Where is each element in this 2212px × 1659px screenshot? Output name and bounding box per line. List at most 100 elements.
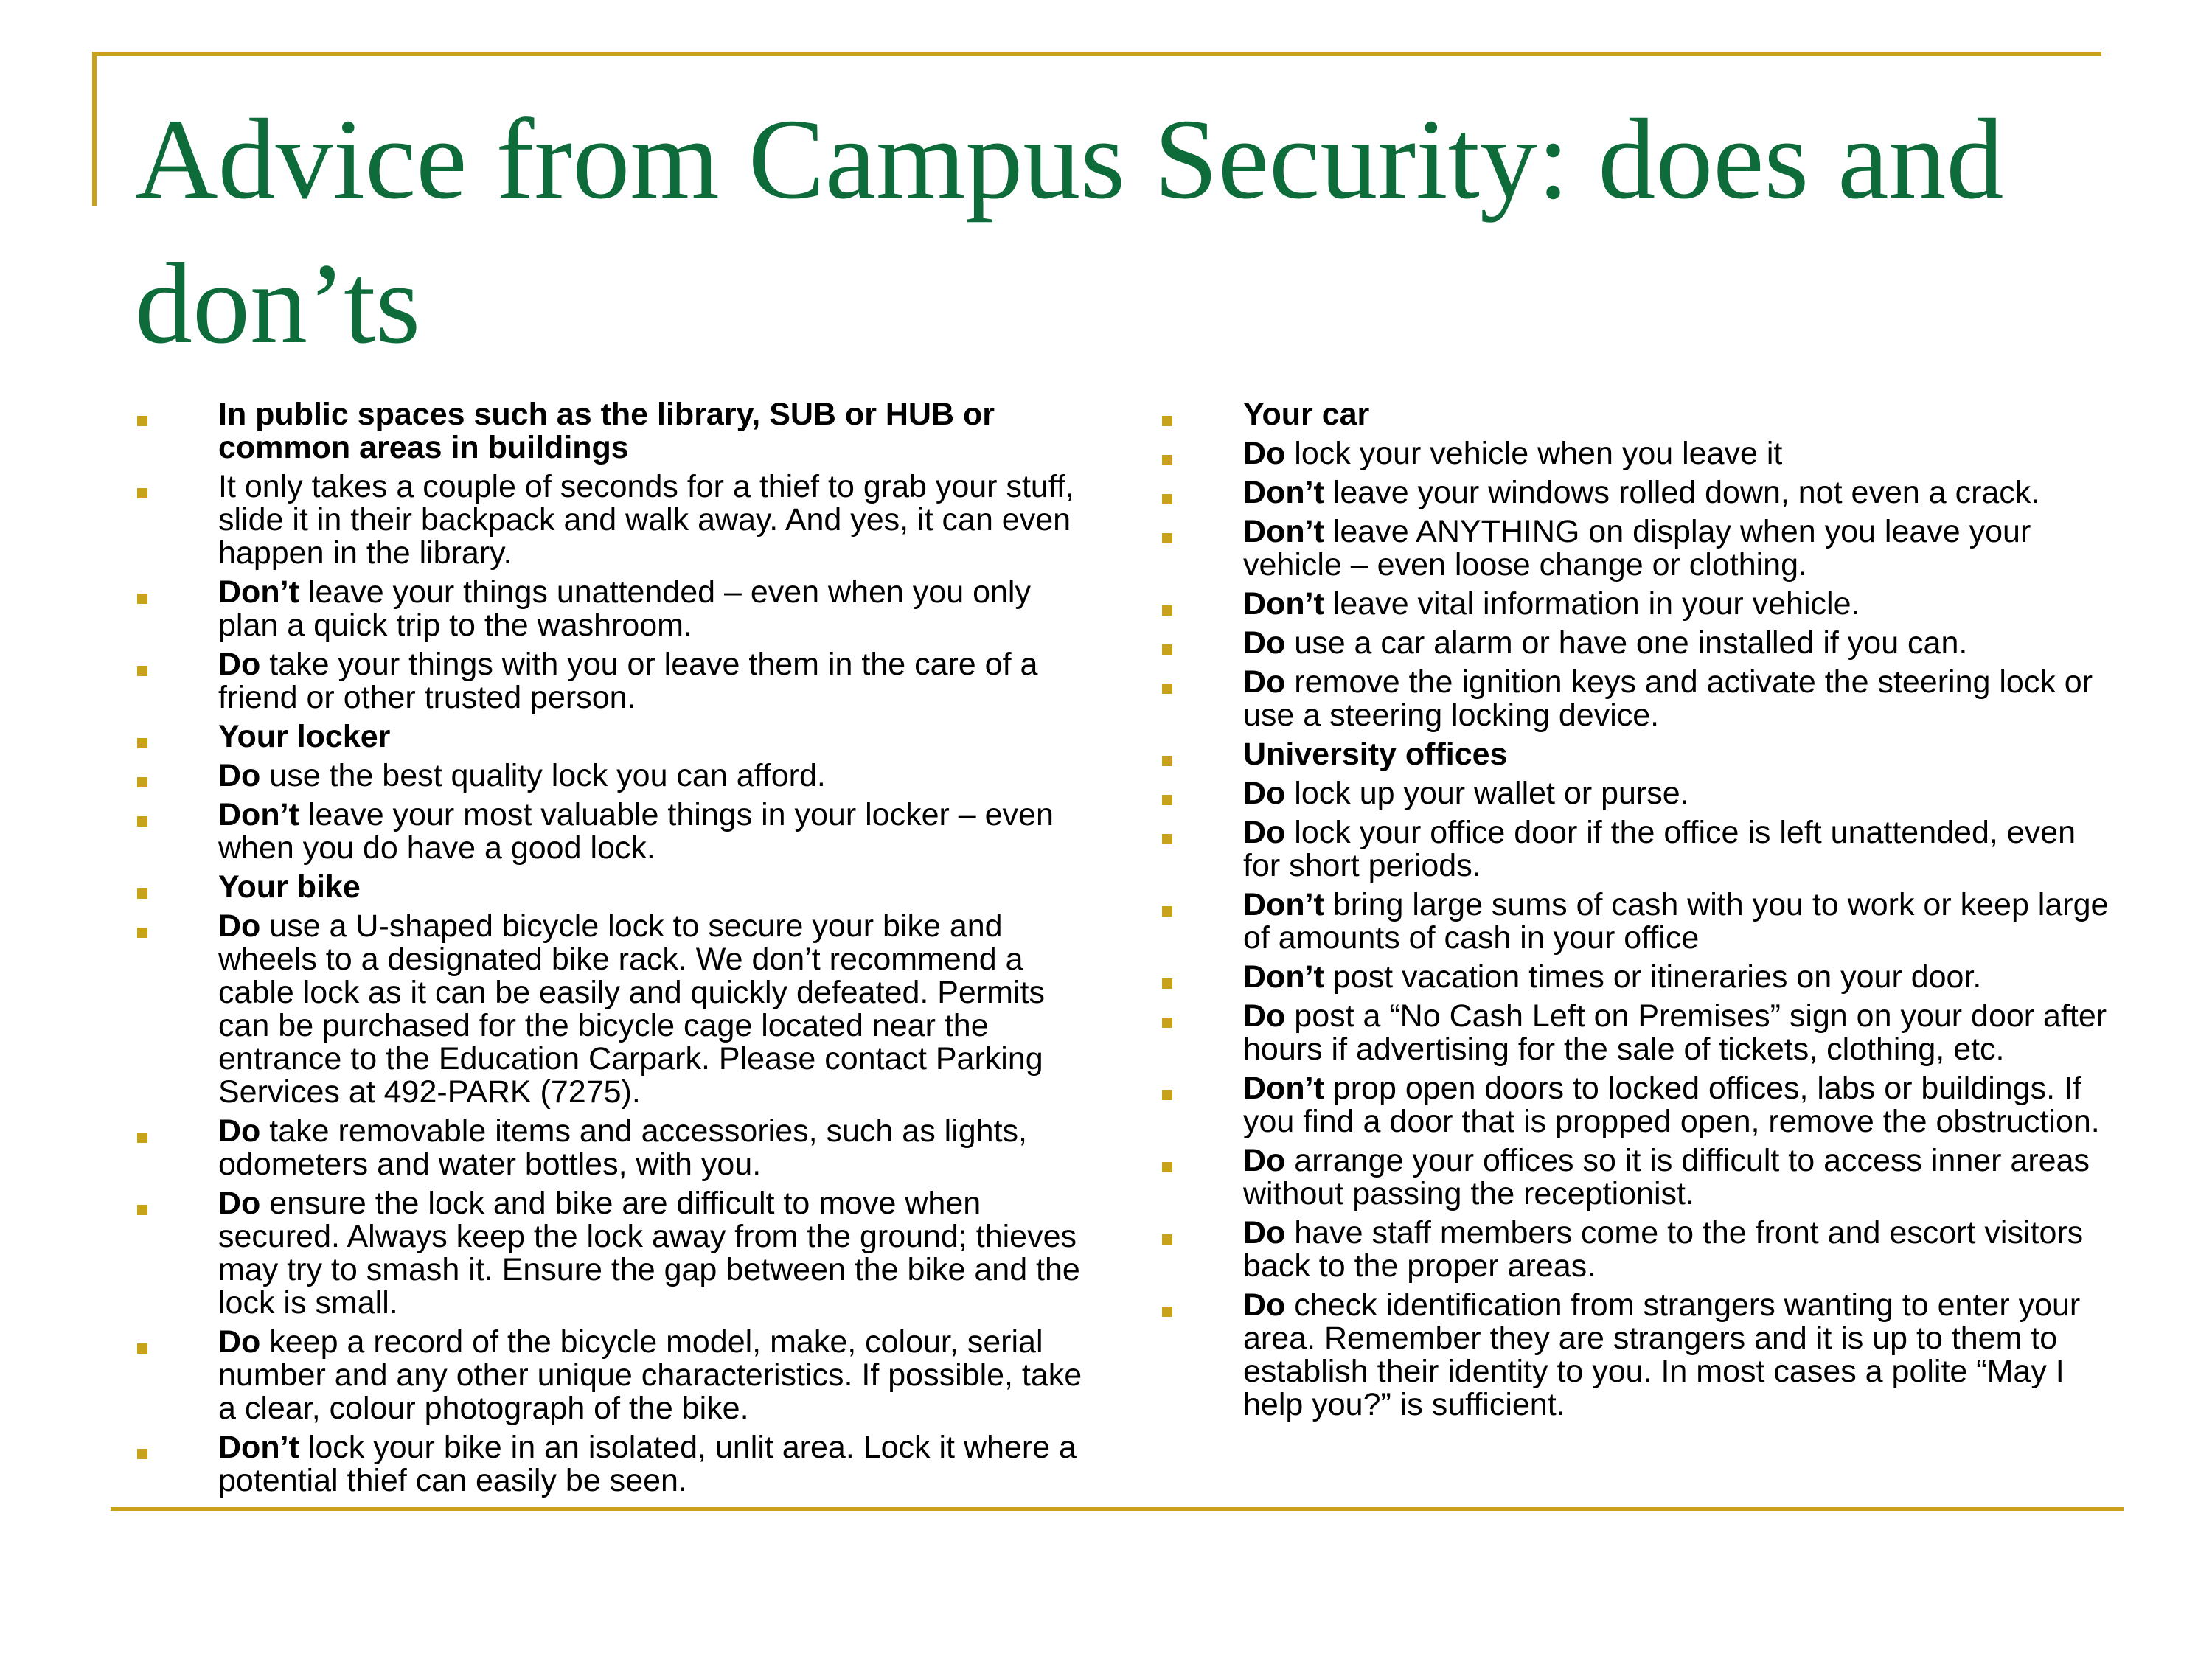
left-column-list: In public spaces such as the library, SU… [130, 398, 1088, 1503]
bullet-lead: Don’t [1243, 959, 1324, 995]
bullet-item: Don’t leave your things unattended – eve… [130, 576, 1088, 642]
bullet-item: Your car [1155, 398, 2113, 431]
bullet-lead: Don’t [1243, 475, 1324, 510]
bullet-lead: Do [1243, 815, 1286, 850]
bullet-text: lock up your wallet or purse. [1285, 776, 1689, 811]
bullet-item: Do post a “No Cash Left on Premises” sig… [1155, 1000, 2113, 1066]
square-bullet-icon [1162, 605, 1172, 616]
square-bullet-icon [1162, 416, 1172, 426]
square-bullet-icon [1162, 533, 1172, 543]
bullet-text: use the best quality lock you can afford… [260, 758, 826, 793]
bullet-lead: Don’t [218, 574, 299, 610]
bullet-item: Do use a car alarm or have one installed… [1155, 627, 2113, 660]
bullet-lead: Don’t [1243, 887, 1324, 922]
square-bullet-icon [137, 666, 147, 676]
bullet-item: Do use the best quality lock you can aff… [130, 759, 1088, 793]
slide: Advice from Campus Security: does and do… [0, 0, 2212, 1659]
bullet-item: In public spaces such as the library, SU… [130, 398, 1088, 465]
bullet-text: post a “No Cash Left on Premises” sign o… [1243, 998, 2107, 1067]
bullet-lead: Do [218, 1186, 261, 1221]
square-bullet-icon [137, 738, 147, 748]
bullet-lead: Do [218, 1113, 261, 1149]
bullet-item: Do arrange your offices so it is difficu… [1155, 1144, 2113, 1211]
bullet-lead: Do [218, 908, 261, 944]
square-bullet-icon [1162, 906, 1172, 917]
bullet-item: Don’t leave your most valuable things in… [130, 799, 1088, 865]
bullet-item: Don’t leave vital information in your ve… [1155, 588, 2113, 621]
bullet-item: It only takes a couple of seconds for a … [130, 470, 1088, 570]
square-bullet-icon [137, 888, 147, 899]
square-bullet-icon [1162, 1234, 1172, 1245]
bullet-text: take your things with you or leave them … [218, 647, 1038, 715]
square-bullet-icon [137, 777, 147, 787]
bullet-lead: Do [1243, 1215, 1286, 1251]
bullet-lead: Don’t [218, 797, 299, 832]
bullet-text: leave your things unattended – even when… [218, 574, 1031, 643]
square-bullet-icon [137, 816, 147, 827]
bullet-item: Do use a U-shaped bicycle lock to secure… [130, 910, 1088, 1109]
bullet-lead: In public spaces such as the library, SU… [218, 397, 995, 465]
square-bullet-icon [1162, 684, 1172, 694]
bullet-lead: Do [1243, 664, 1286, 700]
bullet-item: University offices [1155, 738, 2113, 771]
bullet-item: Don’t prop open doors to locked offices,… [1155, 1072, 2113, 1138]
square-bullet-icon [1162, 795, 1172, 805]
bullet-text: prop open doors to locked offices, labs … [1243, 1071, 2100, 1139]
square-bullet-icon [1162, 1018, 1172, 1028]
bullet-lead: Do [1243, 776, 1286, 811]
bullet-text: bring large sums of cash with you to wor… [1243, 887, 2109, 956]
bullet-lead: Don’t [1243, 514, 1324, 549]
bullet-item: Do take removable items and accessories,… [130, 1115, 1088, 1181]
bullet-item: Do check identification from strangers w… [1155, 1289, 2113, 1422]
bullet-item: Don’t leave ANYTHING on display when you… [1155, 515, 2113, 582]
bullet-lead: Don’t [1243, 1071, 1324, 1106]
bullet-item: Your locker [130, 720, 1088, 754]
bullet-lead: Your bike [218, 869, 361, 905]
bullet-lead: Your locker [218, 719, 391, 754]
square-bullet-icon [1162, 455, 1172, 465]
bullet-text: keep a record of the bicycle model, make… [218, 1324, 1082, 1426]
bullet-text: leave your windows rolled down, not even… [1324, 475, 2040, 510]
bullet-lead: Do [218, 1324, 261, 1360]
bullet-text: lock your office door if the office is l… [1243, 815, 2076, 883]
bullet-text: It only takes a couple of seconds for a … [218, 469, 1074, 571]
square-bullet-icon [137, 928, 147, 938]
bullet-text: leave your most valuable things in your … [218, 797, 1054, 866]
bullet-text: use a car alarm or have one installed if… [1285, 625, 1968, 661]
bullet-item: Your bike [130, 871, 1088, 904]
square-bullet-icon [1162, 834, 1172, 844]
bullet-lead: Your car [1243, 397, 1370, 432]
square-bullet-icon [137, 1205, 147, 1215]
bullet-text: remove the ignition keys and activate th… [1243, 664, 2093, 733]
bullet-lead: University offices [1243, 737, 1508, 772]
frame-top-rule [92, 52, 2101, 56]
bullet-item: Do lock your office door if the office i… [1155, 816, 2113, 883]
bullet-text: lock your bike in an isolated, unlit are… [218, 1430, 1077, 1498]
bullet-item: Don’t lock your bike in an isolated, unl… [130, 1431, 1088, 1498]
square-bullet-icon [1162, 1090, 1172, 1100]
bullet-lead: Do [1243, 998, 1286, 1034]
frame-bottom-rule [111, 1507, 2124, 1511]
square-bullet-icon [1162, 978, 1172, 989]
bullet-text: leave vital information in your vehicle. [1324, 586, 1860, 622]
square-bullet-icon [137, 1343, 147, 1354]
bullet-lead: Do [1243, 1287, 1286, 1323]
bullet-item: Do ensure the lock and bike are difficul… [130, 1187, 1088, 1320]
square-bullet-icon [1162, 494, 1172, 504]
bullet-text: ensure the lock and bike are difficult t… [218, 1186, 1080, 1321]
bullet-lead: Do [1243, 625, 1286, 661]
bullet-item: Do keep a record of the bicycle model, m… [130, 1326, 1088, 1425]
bullet-lead: Don’t [1243, 586, 1324, 622]
bullet-lead: Do [218, 647, 261, 682]
bullet-text: lock your vehicle when you leave it [1285, 436, 1783, 471]
bullet-text: use a U-shaped bicycle lock to secure yo… [218, 908, 1045, 1110]
right-column-list: Your car Do lock your vehicle when you le… [1155, 398, 2113, 1427]
square-bullet-icon [1162, 756, 1172, 766]
bullet-item: Do lock up your wallet or purse. [1155, 777, 2113, 810]
square-bullet-icon [1162, 1307, 1172, 1317]
bullet-item: Don’t post vacation times or itineraries… [1155, 961, 2113, 994]
bullet-item: Do remove the ignition keys and activate… [1155, 666, 2113, 732]
square-bullet-icon [137, 416, 147, 426]
square-bullet-icon [137, 1133, 147, 1143]
bullet-text: check identification from strangers want… [1243, 1287, 2081, 1422]
